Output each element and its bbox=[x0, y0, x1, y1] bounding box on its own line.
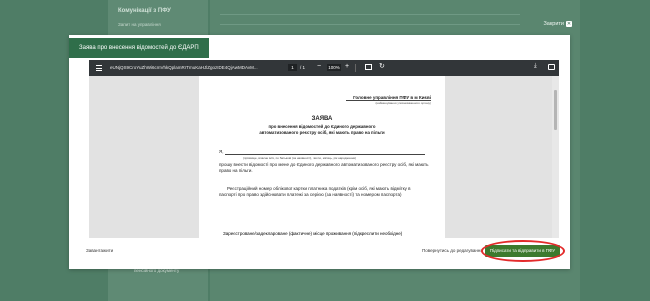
document-paragraph-2: Реєстраційний номер облікової картки пла… bbox=[219, 186, 411, 197]
back-to-edit-button[interactable]: Повернутись до редагування bbox=[422, 248, 483, 253]
zoom-in-icon[interactable]: + bbox=[345, 63, 349, 70]
print-icon[interactable] bbox=[548, 64, 555, 70]
close-icon: ✕ bbox=[566, 21, 572, 27]
pdf-page: Головне управління ПФУ в м Києві (наймен… bbox=[199, 76, 445, 238]
more-icon[interactable]: ⋮ bbox=[559, 62, 566, 70]
document-subtitle-line: про внесення відомостей до Єдиного держа… bbox=[268, 124, 376, 129]
document-modal: Заява про внесення відомостей до ЄДАРП e… bbox=[69, 35, 570, 269]
page-number-input[interactable]: 1 bbox=[288, 64, 297, 71]
document-header-caption: (найменування уповноваженого органу) bbox=[375, 101, 431, 105]
pdf-scrollbar[interactable] bbox=[552, 76, 559, 238]
sidebar-title: Комунікації з ПФУ bbox=[118, 8, 171, 14]
download-icon[interactable]: ⤓ bbox=[534, 63, 537, 70]
pdf-filename: eUNjQS9CroYuZhWi6cmVhkQplamRrTmuKaHJlZgo… bbox=[110, 65, 258, 70]
document-title: ЗАЯВА bbox=[311, 116, 333, 122]
close-label: Закрити bbox=[543, 21, 564, 27]
divider bbox=[220, 14, 520, 15]
rotate-icon[interactable]: ↻ bbox=[379, 62, 385, 70]
modal-footer: Завантажити Повернутись до редагування П… bbox=[69, 238, 570, 269]
name-caption: (прізвище, власне ім'я, по батькові (за … bbox=[243, 156, 357, 160]
sign-and-send-button[interactable]: Підписати та відправити в ПФУ bbox=[485, 245, 560, 257]
page-total: / 1 bbox=[300, 65, 306, 70]
sidebar-item[interactable]: Запит на управління bbox=[118, 22, 161, 27]
divider bbox=[220, 24, 520, 25]
document-peek-text: Зареєстроване/задеклароване (фактичне) м… bbox=[223, 231, 403, 236]
download-button[interactable]: Завантажити bbox=[86, 248, 113, 253]
document-ya: Я, bbox=[219, 149, 224, 154]
document-paragraph-1: прошу внести відомості про мене до Єдино… bbox=[219, 162, 429, 173]
toolbar-divider bbox=[355, 64, 356, 72]
scrollbar-thumb[interactable] bbox=[554, 90, 557, 130]
menu-icon[interactable] bbox=[96, 65, 102, 71]
modal-title: Заява про внесення відомостей до ЄДАРП bbox=[69, 38, 209, 58]
pdf-page-peek: Зареєстроване/задеклароване (фактичне) м… bbox=[199, 230, 445, 238]
document-subtitle-line: автоматизованого реєстру осіб, які мають… bbox=[259, 130, 385, 135]
pdf-viewer: eUNjQS9CroYuZhWi6cmVhkQplamRrTmuKaHJlZgo… bbox=[89, 60, 566, 238]
close-button[interactable]: Закрити ✕ bbox=[543, 21, 572, 27]
zoom-input[interactable]: 100% bbox=[327, 64, 341, 71]
name-line bbox=[225, 154, 425, 155]
zoom-out-icon[interactable]: − bbox=[317, 63, 321, 70]
fit-page-icon[interactable] bbox=[365, 64, 372, 70]
pdf-toolbar: eUNjQS9CroYuZhWi6cmVhkQplamRrTmuKaHJlZgo… bbox=[89, 60, 566, 76]
